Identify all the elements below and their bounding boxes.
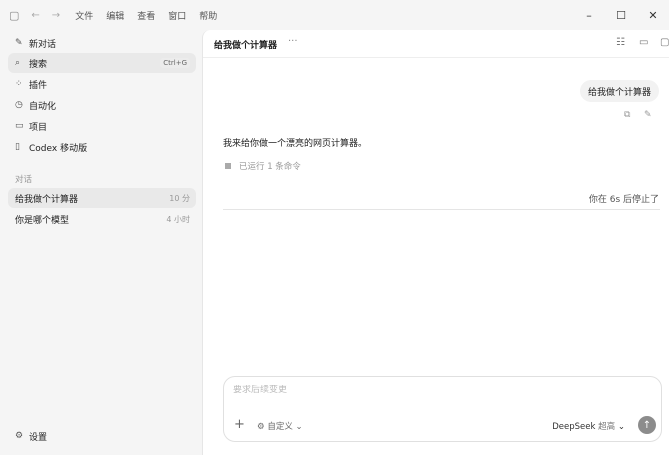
- more-options-icon[interactable]: ···: [288, 36, 298, 47]
- send-button[interactable]: ↑: [638, 416, 656, 434]
- sidebar-item-label: 搜索: [29, 59, 48, 70]
- mobile-icon: ▯: [15, 142, 20, 152]
- assistant-message: 我来给你做一个漂亮的网页计算器。: [223, 139, 368, 149]
- sidebar-item-label: 插件: [29, 80, 48, 91]
- conversation-time: 10 分: [169, 193, 190, 203]
- forward-arrow-icon[interactable]: →: [52, 10, 60, 21]
- sidebar-item-search[interactable]: ⌕ 搜索 Ctrl+G: [8, 53, 196, 73]
- stopped-status: 你在 6s 后停止了: [588, 195, 659, 205]
- chat-header: 给我做个计算器 ··· ☷ ▭ ▢: [203, 30, 669, 58]
- sidebar-item-label: Codex 移动版: [29, 143, 88, 154]
- stop-square-icon: [225, 163, 231, 169]
- sidebar-item-new-chat[interactable]: ✎ 新对话: [8, 33, 196, 53]
- shortcut-badge: Ctrl+G: [160, 58, 190, 68]
- menu-view[interactable]: 查看: [137, 9, 155, 22]
- terminal-icon[interactable]: ▭: [639, 37, 648, 48]
- custom-mode-button[interactable]: ⚙ 自定义 ⌄: [257, 420, 303, 432]
- chat-title: 给我做个计算器: [214, 41, 278, 51]
- tasks-icon[interactable]: ☷: [616, 37, 625, 48]
- sidebar-item-label: 自动化: [29, 101, 57, 112]
- sidebar-item-projects[interactable]: ▭ 项目: [8, 116, 196, 136]
- follow-up-input[interactable]: [233, 385, 653, 395]
- sidebar-item-codex-mobile[interactable]: ▯ Codex 移动版: [8, 137, 196, 157]
- sidebar-item-label: 新对话: [29, 39, 57, 50]
- model-name: DeepSeek: [552, 422, 596, 432]
- window-controls: – ☐ ✕: [573, 0, 669, 30]
- ran-commands-toggle[interactable]: 已运行 1 条命令: [225, 160, 301, 172]
- maximize-icon[interactable]: ☐: [605, 9, 637, 22]
- custom-mode-label: 自定义: [267, 422, 293, 432]
- conversation-item[interactable]: 给我做个计算器 10 分: [8, 188, 196, 208]
- main-pane: 给我做个计算器 ··· ☷ ▭ ▢ 给我做个计算器 ⧉ ✎ 我来给你做一个漂亮的…: [202, 30, 669, 455]
- title-bar: ▢ ← → 文件 编辑 查看 窗口 帮助 – ☐ ✕: [0, 0, 669, 30]
- settings-button[interactable]: ⚙ 设置: [8, 426, 196, 446]
- conversations-section-label: 对话: [15, 175, 33, 185]
- menu-file[interactable]: 文件: [75, 9, 93, 22]
- clock-icon: ◷: [15, 100, 23, 110]
- folder-icon: ▭: [15, 121, 24, 131]
- plugins-icon: ⁘: [15, 79, 23, 89]
- search-icon: ⌕: [15, 58, 21, 68]
- sidebar-item-label: 项目: [29, 122, 48, 133]
- menu-edit[interactable]: 编辑: [106, 9, 124, 22]
- conversation-time: 4 小时: [166, 214, 190, 224]
- sidebar: ✎ 新对话 ⌕ 搜索 Ctrl+G ⁘ 插件 ◷ 自动化 ▭ 项目 ▯ Code…: [0, 30, 201, 455]
- sidebar-toggle-icon[interactable]: ▢: [9, 9, 19, 22]
- edit-icon[interactable]: ✎: [644, 110, 652, 120]
- user-message-bubble: 给我做个计算器: [580, 80, 660, 102]
- back-arrow-icon[interactable]: ←: [31, 10, 39, 21]
- composer: + ⚙ 自定义 ⌄ DeepSeek 超高 ⌄ ↑: [223, 376, 662, 442]
- panel-toggle-icon[interactable]: ▢: [660, 37, 669, 48]
- effort-level: 超高: [598, 422, 616, 432]
- minimize-icon[interactable]: –: [573, 9, 605, 22]
- copy-icon[interactable]: ⧉: [624, 110, 630, 120]
- conversation-title: 你是哪个模型: [15, 215, 70, 226]
- close-icon[interactable]: ✕: [637, 9, 669, 22]
- menu-help[interactable]: 帮助: [199, 9, 217, 22]
- ran-commands-label: 已运行 1 条命令: [239, 162, 301, 172]
- sidebar-item-automation[interactable]: ◷ 自动化: [8, 95, 196, 115]
- add-attachment-button[interactable]: +: [234, 417, 245, 432]
- user-message-text: 给我做个计算器: [588, 87, 652, 98]
- sidebar-item-plugins[interactable]: ⁘ 插件: [8, 74, 196, 94]
- divider: [223, 209, 660, 210]
- conversation-title: 给我做个计算器: [15, 194, 79, 205]
- model-selector[interactable]: DeepSeek 超高 ⌄: [552, 420, 625, 432]
- settings-label: 设置: [29, 432, 48, 443]
- gear-icon: ⚙: [15, 431, 24, 441]
- compose-icon: ✎: [15, 38, 23, 48]
- conversation-item[interactable]: 你是哪个模型 4 小时: [8, 209, 196, 229]
- menu-window[interactable]: 窗口: [168, 9, 186, 22]
